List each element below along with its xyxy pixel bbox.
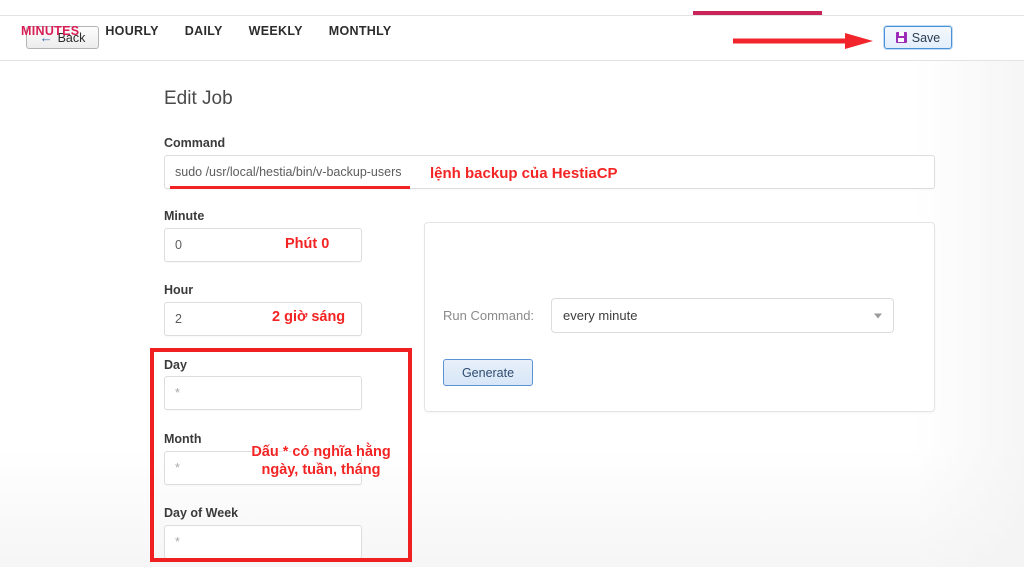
day-label: Day [164,358,187,372]
save-button-label: Save [912,31,941,45]
month-label: Month [164,432,201,446]
top-toolbar [0,15,1024,61]
tab-daily[interactable]: DAILY [185,24,223,38]
background-shade-bottom [0,447,1024,567]
minute-input[interactable]: 0 [164,228,362,262]
generate-button[interactable]: Generate [443,359,533,386]
tab-hourly[interactable]: HOURLY [105,24,158,38]
month-input[interactable]: * [164,451,362,485]
run-command-label: Run Command: [443,308,534,323]
page-title: Edit Job [164,88,233,110]
tab-weekly[interactable]: WEEKLY [249,24,303,38]
hour-label: Hour [164,283,193,297]
run-command-selected-value: every minute [563,308,637,323]
day-of-week-label: Day of Week [164,506,238,520]
day-of-week-input[interactable]: * [164,525,362,559]
command-input[interactable]: sudo /usr/local/hestia/bin/v-backup-user… [164,155,935,189]
run-command-select[interactable]: every minute [551,298,894,333]
command-underline-annotation [170,186,410,189]
tab-monthly[interactable]: MONTHLY [329,24,392,38]
hour-input[interactable]: 2 [164,302,362,336]
command-label: Command [164,136,225,150]
chevron-down-icon [874,313,882,318]
screenshot-root: ← Back Save Edit Job Command sudo /usr/l… [0,0,1024,567]
save-button[interactable]: Save [884,26,952,49]
day-input[interactable]: * [164,376,362,410]
minute-label: Minute [164,209,204,223]
floppy-disk-icon [896,32,907,43]
tab-minutes[interactable]: MINUTES [21,24,79,38]
cron-generator-tabs: MINUTES HOURLY DAILY WEEKLY MONTHLY [21,24,392,38]
